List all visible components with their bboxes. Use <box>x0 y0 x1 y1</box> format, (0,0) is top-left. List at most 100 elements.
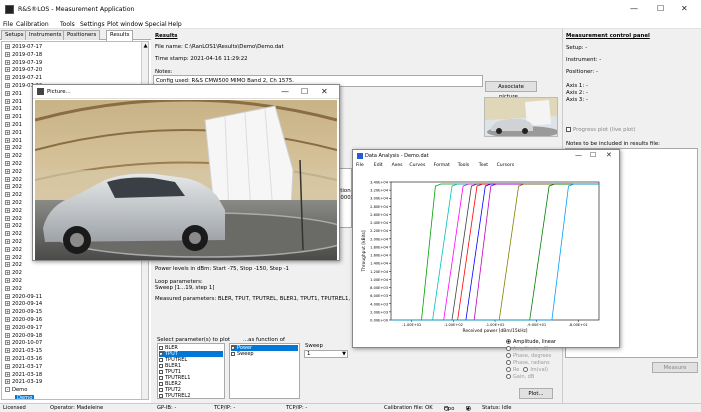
function-list[interactable]: ✓ Power Sweep <box>229 343 300 399</box>
param-checkbox[interactable]: ✓ <box>159 351 163 356</box>
measure-button[interactable]: Measure <box>652 362 698 373</box>
expand-icon[interactable]: + <box>5 200 10 205</box>
param-checkbox[interactable] <box>159 387 163 392</box>
expand-icon[interactable]: + <box>5 278 10 283</box>
expand-icon[interactable]: + <box>5 192 10 198</box>
tree-item[interactable]: +202 <box>5 278 22 284</box>
scale-option[interactable]: Gain, dB <box>506 374 534 380</box>
tree-item[interactable]: +2020-09-18 <box>5 332 42 339</box>
scale-radio[interactable] <box>506 346 511 351</box>
param-checkbox[interactable] <box>159 345 163 350</box>
tree-item[interactable]: +202 <box>5 285 22 292</box>
scale-option[interactable]: Re Im(val) <box>506 367 548 373</box>
tree-item[interactable]: +202 <box>5 231 22 237</box>
tree-item[interactable]: +2019-07-21 <box>5 75 42 81</box>
tree-item[interactable]: +2019-07-20 <box>5 67 42 73</box>
scale-radio[interactable] <box>506 374 511 379</box>
picture-close-icon[interactable]: ✕ <box>321 87 328 96</box>
tree-item[interactable]: +2019-07-19 <box>5 59 42 66</box>
sweep-select[interactable]: 1 ▼ <box>304 350 348 358</box>
scale-option[interactable]: Amplitude, linear <box>506 339 556 345</box>
tree-item[interactable]: +201 <box>5 90 22 97</box>
expand-icon[interactable]: + <box>5 176 10 182</box>
expand-icon[interactable]: + <box>5 145 10 151</box>
menu-special[interactable]: Special <box>145 21 167 28</box>
tree-item[interactable]: +202 <box>5 161 22 167</box>
param-checkbox[interactable] <box>159 369 163 374</box>
expand-icon[interactable]: + <box>5 254 10 260</box>
scale-radio[interactable] <box>506 367 511 372</box>
expand-icon[interactable]: + <box>5 98 10 104</box>
da-menu-cursors[interactable]: Cursors <box>497 163 515 168</box>
picture-maximize-icon[interactable]: ☐ <box>301 87 308 96</box>
expand-icon[interactable]: + <box>5 309 10 315</box>
tree-item-demo[interactable]: - Demo <box>5 387 27 393</box>
da-menu-curves[interactable]: Curves <box>409 163 425 168</box>
tree-item[interactable]: +202 <box>5 223 22 229</box>
expand-icon[interactable]: + <box>5 317 10 322</box>
expand-icon[interactable]: + <box>5 231 10 237</box>
maximize-icon[interactable]: ☐ <box>657 4 664 13</box>
param-item[interactable]: TPUTREL2 <box>159 393 223 399</box>
data-analysis-close-icon[interactable]: ✕ <box>606 151 612 159</box>
tree-item[interactable]: +2020-09-14 <box>5 301 42 307</box>
expand-icon[interactable]: + <box>5 371 10 377</box>
tree-item[interactable]: +2020-09-11 <box>5 293 42 300</box>
data-analysis-minimize-icon[interactable]: — <box>575 151 582 159</box>
scale-radio[interactable] <box>506 339 511 344</box>
expand-icon[interactable]: + <box>5 83 10 88</box>
expand-icon[interactable]: + <box>5 137 10 143</box>
expand-icon[interactable]: + <box>5 90 10 96</box>
scale-option[interactable]: Amplitude, dB <box>506 346 548 352</box>
picture-window[interactable]: Picture... — ☐ ✕ <box>32 84 340 261</box>
expand-icon[interactable]: + <box>5 75 10 81</box>
da-menu-file[interactable]: File <box>356 163 364 168</box>
menu-plot-window[interactable]: Plot window <box>107 21 143 28</box>
function-item[interactable]: Sweep <box>231 351 298 357</box>
scale-im-radio[interactable] <box>523 367 529 372</box>
scale-option[interactable]: Phase, radians <box>506 360 550 366</box>
param-checkbox[interactable] <box>159 357 163 362</box>
tab-setups[interactable]: Setups <box>1 30 28 40</box>
da-menu-tools[interactable]: Tools <box>458 163 469 168</box>
expand-icon[interactable]: + <box>5 285 10 291</box>
menu-tools[interactable]: Tools <box>60 21 75 28</box>
expand-icon[interactable]: + <box>5 51 10 57</box>
tree-item[interactable]: +202 <box>5 254 22 261</box>
tree-item[interactable]: +2021-03-19 <box>5 379 42 385</box>
expand-icon[interactable]: + <box>5 223 10 229</box>
expand-icon[interactable]: + <box>5 168 10 174</box>
progress-plot-checkbox[interactable]: Progress plot (live plot) <box>566 127 636 133</box>
da-menu-edit[interactable]: Edit <box>374 163 383 168</box>
tree-item[interactable]: +201 <box>5 122 22 128</box>
expand-icon[interactable]: + <box>5 215 10 221</box>
data-analysis-maximize-icon[interactable]: ☐ <box>590 151 596 159</box>
function-checkbox[interactable] <box>231 351 235 356</box>
expand-icon[interactable]: + <box>5 324 10 330</box>
scale-radio[interactable] <box>506 353 511 358</box>
function-checkbox[interactable]: ✓ <box>231 345 235 350</box>
expand-icon[interactable]: + <box>5 262 10 268</box>
tree-item[interactable]: +2021-03-18 <box>5 371 42 378</box>
minimize-icon[interactable]: — <box>630 4 638 13</box>
expand-icon[interactable]: + <box>5 114 10 120</box>
scale-option[interactable]: Phase, degrees <box>506 353 551 359</box>
expand-icon[interactable]: + <box>5 301 10 307</box>
associated-picture-thumbnail[interactable] <box>484 97 558 137</box>
tree-item[interactable]: +202 <box>5 168 22 175</box>
expand-icon[interactable]: + <box>5 379 10 385</box>
tree-item[interactable]: +2021-03-15 <box>5 348 42 354</box>
tree-item[interactable]: +202 <box>5 192 22 198</box>
tree-item[interactable]: +2020-09-15 <box>5 309 42 315</box>
tree-item[interactable]: +202 <box>5 200 22 206</box>
expand-icon[interactable]: + <box>5 293 10 299</box>
param-checkbox[interactable] <box>159 375 163 380</box>
expand-icon[interactable]: + <box>5 59 10 65</box>
expand-icon[interactable]: + <box>5 270 10 276</box>
menu-file[interactable]: File <box>3 21 13 28</box>
tree-item[interactable]: +202 <box>5 239 22 245</box>
tree-item[interactable]: +2020-10-07 <box>5 340 42 346</box>
plot-button[interactable]: Plot... <box>519 388 553 399</box>
da-menu-axes[interactable]: Axes <box>392 163 403 168</box>
expand-icon[interactable]: + <box>5 207 10 213</box>
